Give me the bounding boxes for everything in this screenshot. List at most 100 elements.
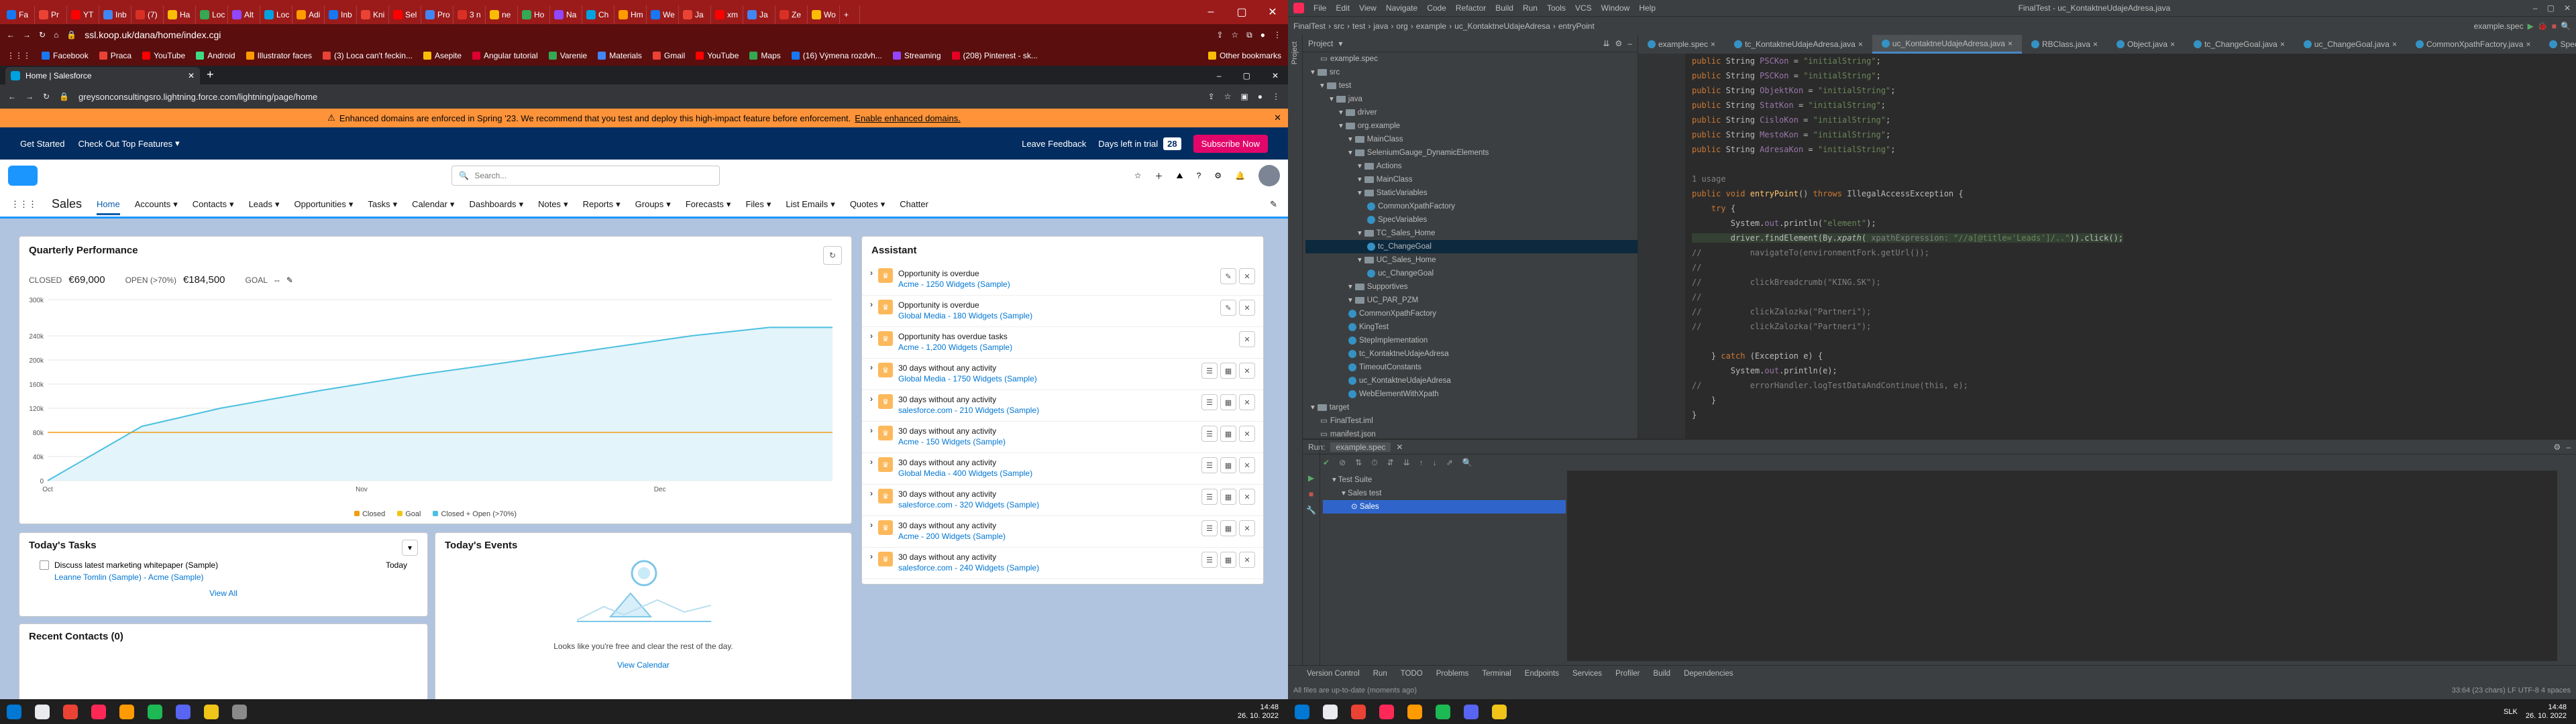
assistant-item-link[interactable]: Acme - 200 Widgets (Sample) — [898, 531, 1196, 542]
notifications-bell-icon[interactable]: 🔔 — [1235, 171, 1245, 180]
nav-item-groups[interactable]: Groups ▾ — [635, 199, 671, 210]
browser-tab[interactable]: Kni — [357, 5, 389, 24]
wrench-icon[interactable]: 🔧 — [1306, 505, 1316, 515]
browser-tab[interactable]: YT — [67, 5, 99, 24]
clock-time[interactable]: 14:48 — [2526, 703, 2567, 712]
chevron-down-icon[interactable]: ▾ — [727, 199, 731, 210]
sort-icon[interactable]: ⇅ — [1355, 458, 1362, 467]
new-event-icon[interactable]: ▦ — [1220, 552, 1236, 568]
browser-tab[interactable]: Wo — [808, 5, 840, 24]
tool-tab-endpoints[interactable]: Endpoints — [1525, 670, 1559, 678]
maximize-icon[interactable]: ▢ — [2547, 3, 2555, 13]
menu-icon[interactable]: ⋮ — [1273, 30, 1281, 40]
subscribe-button[interactable]: Subscribe Now — [1193, 134, 1268, 153]
new-event-icon[interactable]: ▦ — [1220, 457, 1236, 473]
chevron-right-icon[interactable]: › — [870, 363, 873, 372]
discord-app-icon[interactable] — [176, 704, 191, 719]
dismiss-icon[interactable]: ✕ — [1239, 489, 1255, 505]
enable-enhanced-domains-link[interactable]: Enable enhanced domains. — [855, 113, 961, 123]
collapse-all-icon[interactable]: ⇊ — [1603, 39, 1609, 48]
run-console-output[interactable] — [1567, 471, 2557, 661]
chevron-right-icon[interactable]: › — [870, 457, 873, 467]
nav-item-notes[interactable]: Notes ▾ — [538, 199, 568, 210]
chrome-app-icon[interactable] — [63, 704, 78, 719]
project-tool-tab[interactable]: Project — [1291, 42, 1299, 64]
nav-item-forecasts[interactable]: Forecasts ▾ — [686, 199, 731, 210]
editor-tab[interactable]: CommonXpathFactory.java × — [2406, 35, 2540, 54]
editor-tab[interactable]: tc_KontaktneUdajeAdresa.java × — [1725, 35, 1872, 54]
breadcrumb-item[interactable]: src — [1334, 21, 1344, 31]
tool-tab-terminal[interactable]: Terminal — [1482, 670, 1511, 678]
bookmark-item[interactable]: (208) Pinterest - sk... — [951, 51, 1038, 60]
start-icon[interactable] — [7, 704, 21, 719]
browser-tab[interactable]: xm — [711, 5, 743, 24]
assistant-item-link[interactable]: Acme - 150 Widgets (Sample) — [898, 436, 1196, 447]
chevron-down-icon[interactable]: ▾ — [1338, 39, 1342, 48]
spotify-app-icon[interactable] — [148, 704, 162, 719]
nav-item-list-emails[interactable]: List Emails ▾ — [786, 199, 835, 210]
browser-tab[interactable]: Pro — [421, 5, 453, 24]
menu-view[interactable]: View — [1359, 3, 1377, 13]
browser-tab[interactable]: ne — [486, 5, 518, 24]
edit-icon[interactable]: ✎ — [1220, 300, 1236, 316]
spotify-app-icon[interactable] — [1436, 704, 1450, 719]
task-title[interactable]: Discuss latest marketing whitepaper (Sam… — [54, 560, 218, 570]
apps-icon[interactable]: ⋮⋮⋮ — [7, 51, 31, 60]
app-launcher-icon[interactable]: ⋮⋮⋮ — [11, 199, 37, 210]
gear-icon[interactable]: ⚙ — [2554, 442, 2561, 452]
browser-tab[interactable]: Adi — [292, 5, 325, 24]
editor-tab[interactable]: RBClass.java × — [2022, 35, 2107, 54]
search-icon[interactable] — [1323, 704, 1338, 719]
chevron-down-icon[interactable]: ▾ — [275, 199, 280, 210]
editor-tab[interactable]: uc_ChangeGoal.java × — [2294, 35, 2406, 54]
bookmark-item[interactable]: (16) Výmena rozdvh... — [791, 51, 882, 60]
tool-tab-version-control[interactable]: Version Control — [1307, 670, 1360, 678]
editor-tab[interactable]: tc_ChangeGoal.java × — [2184, 35, 2294, 54]
tab-salesforce-home[interactable]: Home | Salesforce ✕ — [5, 67, 200, 84]
close-tab-icon[interactable]: × — [2392, 40, 2397, 49]
bookmark-item[interactable]: Varenie — [548, 51, 587, 60]
forward-icon[interactable]: → — [25, 92, 34, 101]
project-tree-node[interactable]: ▾ TC_Sales_Home — [1305, 227, 1638, 240]
tool-tab-dependencies[interactable]: Dependencies — [1684, 670, 1733, 678]
stop-icon[interactable]: ■ — [2552, 21, 2557, 31]
nav-item-reports[interactable]: Reports ▾ — [583, 199, 621, 210]
explorer-app-icon[interactable] — [204, 704, 219, 719]
start-icon[interactable] — [1295, 704, 1309, 719]
reload-icon[interactable]: ↻ — [43, 92, 50, 101]
browser-tab[interactable]: Fa — [3, 5, 35, 24]
code-editor[interactable]: public String PSCKon = "initialString"; … — [1685, 54, 2576, 438]
bookmark-item[interactable]: Illustrator faces — [246, 51, 312, 60]
close-tab-icon[interactable]: ✕ — [1396, 442, 1403, 452]
view-all-link[interactable]: View All — [19, 589, 427, 598]
chevron-right-icon[interactable]: › — [870, 268, 873, 278]
browser-tab[interactable]: Ja — [679, 5, 711, 24]
share-icon[interactable]: ⇪ — [1208, 92, 1215, 101]
chevron-right-icon[interactable]: › — [870, 489, 873, 498]
new-task-icon[interactable]: ☰ — [1201, 489, 1218, 505]
intellij-app-icon[interactable] — [1379, 704, 1394, 719]
run-icon[interactable]: ▶ — [2528, 21, 2534, 31]
new-tab-icon[interactable]: + — [203, 68, 218, 84]
editor-tab[interactable]: example.spec × — [1638, 35, 1725, 54]
test-suite-node[interactable]: ▾ Test Suite — [1323, 473, 1566, 487]
task-related-link[interactable]: Leanne Tomlin (Sample) - Acme (Sample) — [19, 572, 427, 582]
refresh-icon[interactable]: ↻ — [823, 246, 842, 265]
forward-icon[interactable]: → — [23, 30, 31, 40]
illustrator-app-icon[interactable] — [119, 704, 134, 719]
chevron-down-icon[interactable]: ▾ — [881, 199, 885, 210]
inner-maximize-icon[interactable]: ▢ — [1234, 71, 1260, 84]
browser-tab[interactable]: We — [647, 5, 679, 24]
chevron-down-icon[interactable]: ▾ — [564, 199, 568, 210]
dismiss-icon[interactable]: ✕ — [1239, 394, 1255, 410]
home-icon[interactable]: ⌂ — [54, 30, 58, 40]
browser-tab[interactable]: 3 n — [453, 5, 486, 24]
menu-build[interactable]: Build — [1495, 3, 1513, 13]
project-tree-node[interactable]: ▾ MainClass — [1305, 133, 1638, 146]
rerun-icon[interactable]: ▶ — [1308, 473, 1314, 483]
project-tree-node[interactable]: KingTest — [1305, 320, 1638, 334]
sidepanel-icon[interactable]: ▣ — [1240, 92, 1248, 101]
show-ignored-icon[interactable]: ⊘ — [1339, 458, 1346, 467]
browser-tab[interactable]: Ho — [518, 5, 550, 24]
bookmark-item[interactable]: Praca — [99, 51, 131, 60]
